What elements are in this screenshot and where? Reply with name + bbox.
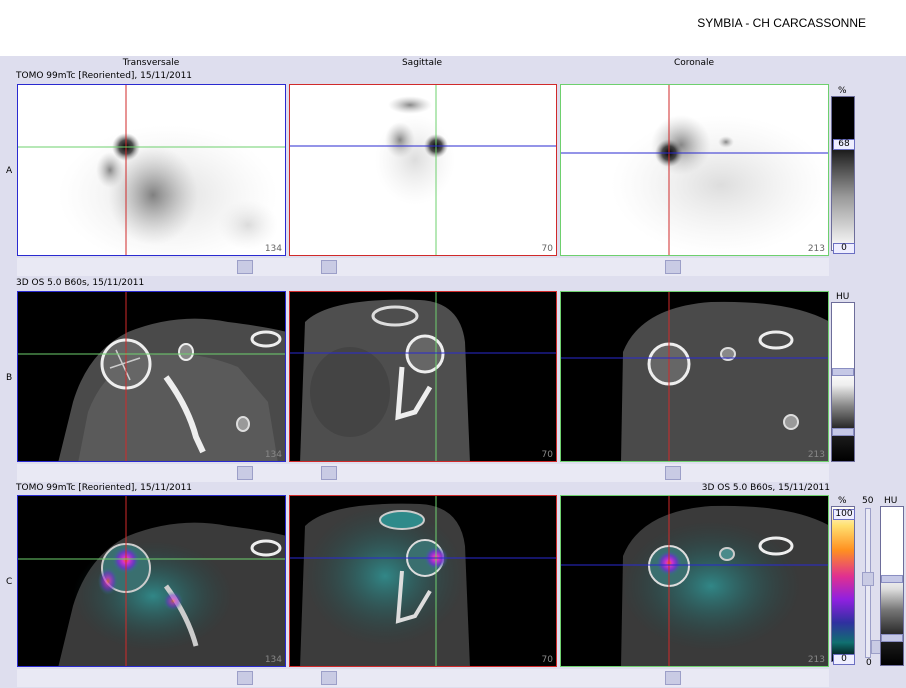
fused-transversal-image [18,496,285,666]
row-a-caption: TOMO 99mTc [Reoriented], 15/11/2011 [16,71,193,81]
colorbar-a[interactable] [831,96,855,251]
colorbar-c-ct-window-bottom[interactable] [881,634,903,642]
viewport-c-sagittal-fused[interactable]: 70 [289,495,557,667]
colorbar-b-window-top[interactable] [832,368,854,376]
viewport-a-sagittal[interactable]: 70 [289,84,557,256]
colorbar-a-lower-value[interactable]: 0 [833,243,855,254]
fused-sagittal-image [290,496,556,666]
title-bar: SYMBIA - CH CARCASSONNE [0,0,906,56]
app-title: SYMBIA - CH CARCASSONNE [697,16,866,30]
colorbar-c[interactable] [831,506,855,662]
slice-number: 134 [264,450,282,460]
slice-number: 134 [264,655,282,665]
ct-coronal-image [561,292,828,461]
viewport-b-coronal[interactable]: 213 [560,291,829,462]
row-b-caption: 3D OS 5.0 B60s, 15/11/2011 [16,278,145,288]
scroll-thumb-sagittal[interactable] [321,260,337,274]
slice-number: 213 [807,244,825,254]
column-header-sagittal: Sagittale [401,58,443,68]
nm-transversal-image [18,85,285,255]
slice-number: 70 [541,450,553,460]
scroll-thumb-sagittal[interactable] [321,671,337,685]
scroll-thumb-transversal[interactable] [237,671,253,685]
nm-coronal-image [561,85,828,255]
slice-number: 70 [541,655,553,665]
ct-transversal-image [18,292,285,461]
colorbar-c-ct-unit: HU [884,496,898,506]
colorbar-b-unit: HU [836,292,850,302]
row-c-label: C [6,577,13,587]
slice-number: 213 [807,655,825,665]
colorbar-c-upper-value[interactable]: 100 [833,509,855,520]
slice-scrollbar-row-c[interactable] [17,669,829,687]
colorbar-c-ct[interactable] [880,506,904,666]
slice-scrollbar-row-a[interactable] [17,258,829,276]
scroll-thumb-transversal[interactable] [237,466,253,480]
row-c-caption-nm: TOMO 99mTc [Reoriented], 15/11/2011 [16,483,193,493]
scroll-thumb-coronal[interactable] [665,671,681,685]
colorbar-c-lower-value[interactable]: 0 [833,654,855,665]
viewport-b-transversal[interactable]: 134 [17,291,286,462]
scroll-thumb-coronal[interactable] [665,260,681,274]
viewport-c-transversal-fused[interactable]: 134 [17,495,286,667]
colorbar-b-window-bottom[interactable] [832,428,854,436]
scroll-thumb-coronal[interactable] [665,466,681,480]
slice-scrollbar-row-b[interactable] [17,464,829,482]
viewport-a-transversal[interactable]: 134 [17,84,286,256]
blend-ratio-label: 50 [862,496,874,506]
scroll-thumb-transversal[interactable] [237,260,253,274]
row-b-label: B [6,373,13,383]
ct-sagittal-image [290,292,556,461]
fused-coronal-image [561,496,828,666]
viewport-c-coronal-fused[interactable]: 213 [560,495,829,667]
slice-number: 213 [807,450,825,460]
colorbar-c-unit: % [838,496,847,506]
blend-slider-thumb[interactable] [862,572,874,586]
column-header-transversal: Transversale [122,58,180,68]
column-header-coronal: Coronale [673,58,715,68]
blend-low-label: 0 [866,658,872,668]
colorbar-c-ct-window-top[interactable] [881,575,903,583]
slice-number: 134 [264,244,282,254]
colorbar-a-upper-value[interactable]: 68 [833,139,855,150]
colorbar-b[interactable] [831,302,855,462]
viewport-b-sagittal[interactable]: 70 [289,291,557,462]
row-c-caption-ct: 3D OS 5.0 B60s, 15/11/2011 [701,483,830,493]
scroll-thumb-sagittal[interactable] [321,466,337,480]
viewport-a-coronal[interactable]: 213 [560,84,829,256]
nm-sagittal-image [290,85,556,255]
slice-number: 70 [541,244,553,254]
row-a-label: A [6,166,13,176]
colorbar-a-unit: % [838,86,847,96]
